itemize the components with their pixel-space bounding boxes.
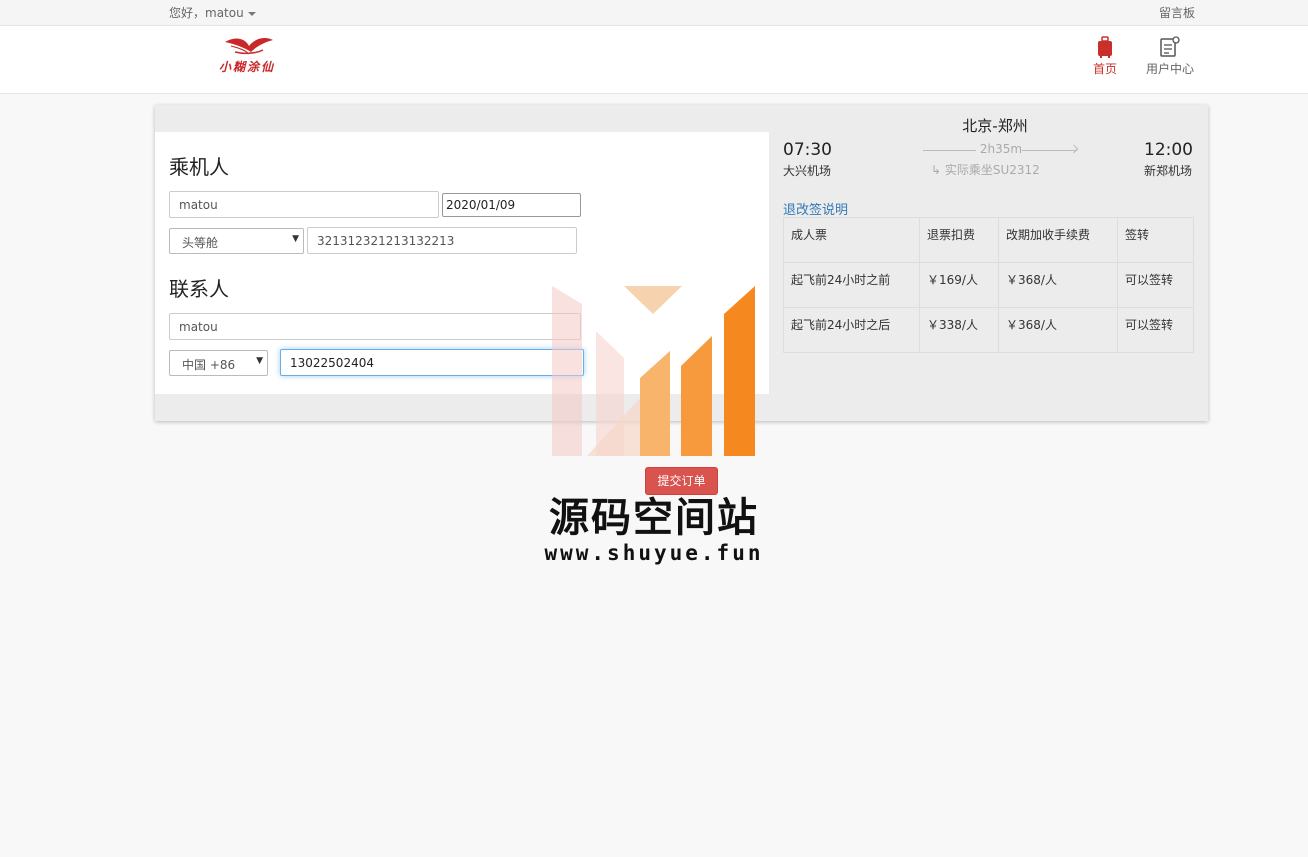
- country-code-select[interactable]: 中国 +86 ▼: [169, 350, 268, 376]
- nav-user-center[interactable]: 用户中心: [1142, 36, 1198, 77]
- watermark-title: 源码空间站: [549, 495, 759, 541]
- table-cell: 可以签转: [1117, 262, 1194, 308]
- logo-text: 小糊涂仙: [218, 60, 275, 74]
- triangle-down-icon: ▼: [256, 356, 263, 366]
- transfer-label: 实际乘坐SU2312: [944, 163, 1040, 177]
- id-number-input[interactable]: 321312321213132213: [307, 227, 577, 254]
- contact-title: 联系人: [169, 277, 229, 301]
- greeting-label: 您好，matou: [169, 6, 244, 20]
- table-cell: ￥338/人: [919, 307, 999, 353]
- refund-policy-link[interactable]: 退改签说明: [783, 199, 848, 218]
- table-row: 起飞前24小时之后 ￥338/人 ￥368/人 可以签转: [783, 307, 1194, 353]
- table-header-cell: 成人票: [783, 217, 920, 263]
- passenger-title: 乘机人: [169, 155, 229, 179]
- nav-user-label: 用户中心: [1145, 62, 1194, 76]
- cabin-select-value: 头等舱: [182, 236, 219, 250]
- user-greeting-dropdown[interactable]: 您好，matou: [169, 4, 256, 21]
- triangle-down-icon: ▼: [292, 234, 299, 244]
- corner-arrow-icon: ↳: [931, 163, 945, 177]
- arrive-airport: 新郑机场: [1144, 164, 1193, 178]
- top-bar: 您好，matou 留言板: [0, 0, 1308, 26]
- site-header: 小糊涂仙 首页 用户中心: [0, 26, 1308, 94]
- nav-home-label: 首页: [1092, 62, 1117, 76]
- flight-route: 北京-郑州: [962, 117, 1028, 135]
- contact-name-input[interactable]: matou: [169, 313, 581, 340]
- table-header-cell: 签转: [1117, 217, 1194, 263]
- table-header-cell: 退票扣费: [919, 217, 999, 263]
- refund-policy-table: 成人票 退票扣费 改期加收手续费 签转 起飞前24小时之前 ￥169/人 ￥36…: [783, 217, 1194, 353]
- table-header-row: 成人票 退票扣费 改期加收手续费 签转: [783, 217, 1194, 263]
- birth-date-input[interactable]: 2020/01/09: [442, 193, 581, 217]
- table-cell: ￥368/人: [998, 307, 1118, 353]
- guestbook-link[interactable]: 留言板: [1159, 4, 1195, 21]
- depart-airport: 大兴机场: [783, 164, 832, 178]
- luggage-icon: [1098, 36, 1112, 58]
- table-cell: 起飞前24小时之后: [783, 307, 920, 353]
- country-code-value: 中国 +86: [182, 358, 236, 372]
- user-edit-icon: [1160, 36, 1180, 57]
- passenger-name-input[interactable]: matou: [169, 191, 439, 218]
- transfer-info: ↳ 实际乘坐SU2312: [931, 161, 1040, 178]
- watermark-url: www.shuyue.fun: [544, 541, 764, 565]
- table-row: 起飞前24小时之前 ￥169/人 ￥368/人 可以签转: [783, 262, 1194, 308]
- caret-down-icon: [247, 11, 256, 16]
- table-cell: 起飞前24小时之前: [783, 262, 920, 308]
- duration-line-right: [1022, 150, 1077, 151]
- watermark-bars-icon: [552, 286, 755, 456]
- cabin-select[interactable]: 头等舱 ▼: [169, 228, 304, 254]
- bird-logo-icon: [225, 38, 273, 55]
- table-header-cell: 改期加收手续费: [998, 217, 1118, 263]
- nav-home[interactable]: 首页: [1090, 36, 1120, 77]
- table-cell: 可以签转: [1117, 307, 1194, 353]
- site-logo[interactable]: 小糊涂仙: [205, 34, 289, 74]
- phone-input[interactable]: 13022502404: [280, 349, 584, 376]
- arrive-time: 12:00: [1144, 140, 1193, 160]
- flight-duration: 2h35m: [979, 142, 1023, 156]
- depart-time: 07:30: [783, 140, 832, 160]
- table-cell: ￥169/人: [919, 262, 999, 308]
- table-cell: ￥368/人: [998, 262, 1118, 308]
